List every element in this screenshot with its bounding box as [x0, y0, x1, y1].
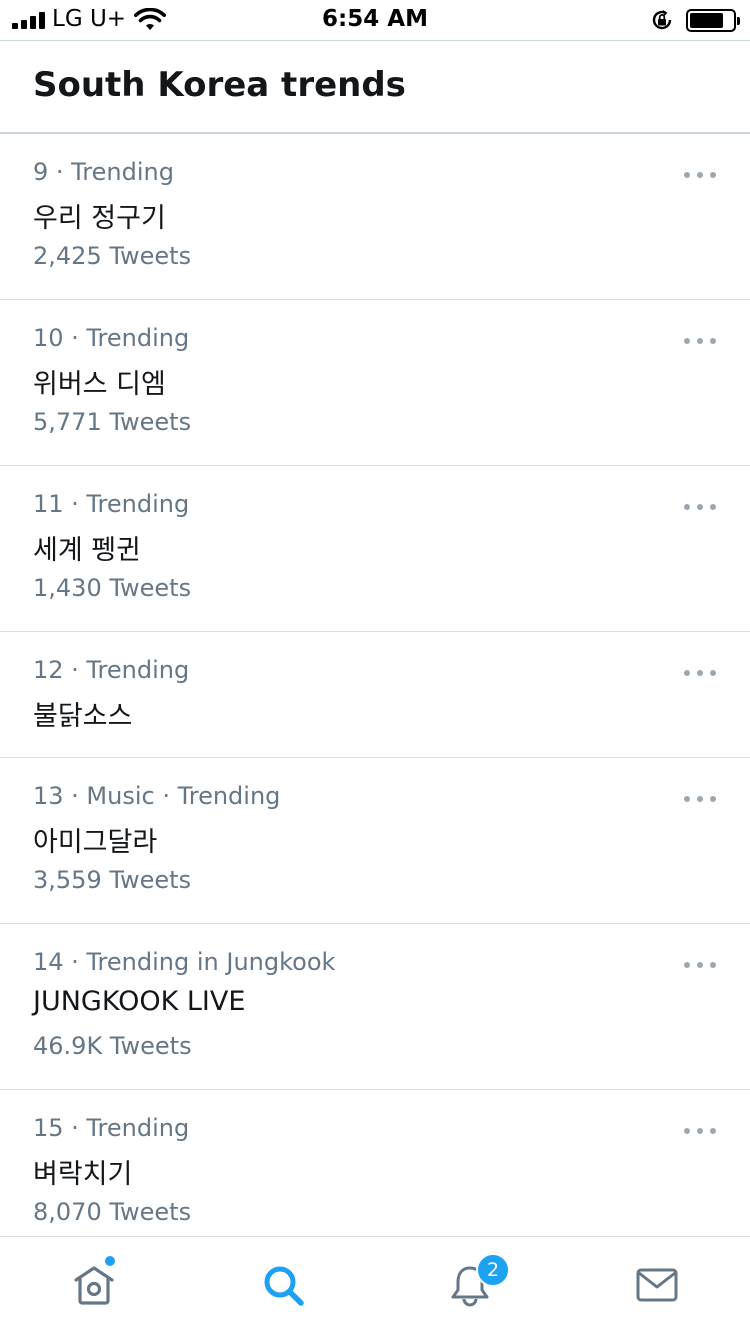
tab-notifications[interactable]: 2: [410, 1237, 530, 1334]
more-options-icon[interactable]: [684, 960, 716, 970]
trend-name: 아미그달라: [33, 827, 158, 858]
battery-icon: [686, 9, 740, 32]
trend-tweet-count: 46.9K Tweets: [33, 1032, 192, 1060]
home-icon: [74, 1266, 114, 1305]
trend-tweet-count: 1,430 Tweets: [33, 574, 192, 602]
orientation-lock-icon: [652, 10, 672, 30]
more-options-icon[interactable]: [684, 794, 716, 804]
trend-item[interactable]: 13 · Music · Trending 아미그달라 3,559 Tweets: [0, 758, 750, 924]
trend-item[interactable]: 14 · Trending in Jungkook JUNGKOOK LIVE …: [0, 924, 750, 1090]
status-bar: LG U+ 6:54 AM: [0, 0, 750, 40]
trend-name: JUNGKOOK LIVE: [33, 986, 246, 1017]
search-icon: [264, 1266, 304, 1306]
trend-item[interactable]: 15 · Trending 벼락치기 8,070 Tweets: [0, 1090, 750, 1240]
tab-messages[interactable]: [597, 1237, 717, 1334]
trend-name: 세계 펭귄: [33, 535, 141, 566]
trend-item[interactable]: 9 · Trending 우리 정구기 2,425 Tweets: [0, 134, 750, 300]
trend-tweet-count: 8,070 Tweets: [33, 1198, 192, 1226]
trend-meta: 10 · Trending: [33, 324, 190, 352]
trend-name: 위버스 디엠: [33, 369, 166, 400]
mail-icon: [636, 1268, 678, 1302]
page-title: South Korea trends: [33, 65, 406, 105]
tab-home[interactable]: [34, 1237, 154, 1334]
trend-list: 9 · Trending 우리 정구기 2,425 Tweets 10 · Tr…: [0, 134, 750, 1240]
trend-item[interactable]: 11 · Trending 세계 펭귄 1,430 Tweets: [0, 466, 750, 632]
more-options-icon[interactable]: [684, 336, 716, 346]
page-header: South Korea trends: [0, 41, 750, 133]
more-options-icon[interactable]: [684, 668, 716, 678]
more-options-icon[interactable]: [684, 502, 716, 512]
trend-name: 벼락치기: [33, 1159, 133, 1190]
trend-name: 우리 정구기: [33, 203, 166, 234]
trend-meta: 12 · Trending: [33, 656, 190, 684]
status-time: 6:54 AM: [322, 6, 428, 32]
trend-tweet-count: 2,425 Tweets: [33, 242, 192, 270]
more-options-icon[interactable]: [684, 1126, 716, 1136]
tab-search[interactable]: [223, 1237, 343, 1334]
trend-item[interactable]: 10 · Trending 위버스 디엠 5,771 Tweets: [0, 300, 750, 466]
trend-meta: 13 · Music · Trending: [33, 782, 281, 810]
trend-meta: 14 · Trending in Jungkook: [33, 948, 336, 976]
new-tweets-dot: [105, 1256, 115, 1266]
trend-meta: 9 · Trending: [33, 158, 174, 186]
trend-tweet-count: 5,771 Tweets: [33, 408, 192, 436]
trend-name: 불닭소스: [33, 701, 133, 732]
trend-meta: 15 · Trending: [33, 1114, 190, 1142]
trend-meta: 11 · Trending: [33, 490, 190, 518]
trend-item[interactable]: 12 · Trending 불닭소스: [0, 632, 750, 758]
notification-badge: 2: [476, 1253, 510, 1287]
trend-tweet-count: 3,559 Tweets: [33, 866, 192, 894]
bottom-tab-bar: 2: [0, 1236, 750, 1334]
more-options-icon[interactable]: [684, 170, 716, 180]
